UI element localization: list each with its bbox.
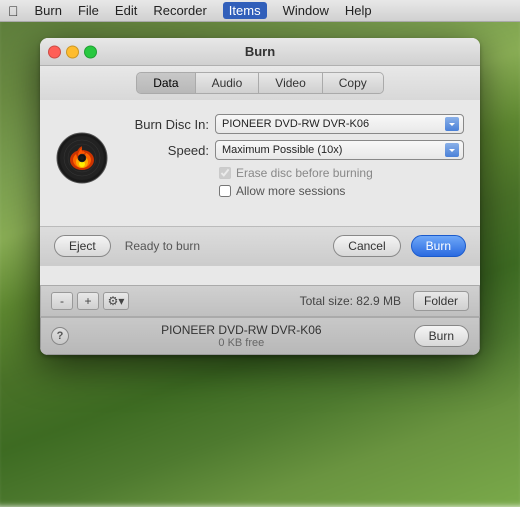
burn-fields: Burn Disc In: PIONEER DVD-RW DVR-K06 Spe…: [120, 114, 464, 202]
disc-icon: [56, 132, 108, 184]
tabs-bar: Data Audio Video Copy: [40, 66, 480, 100]
action-bar: Eject Ready to burn Cancel Burn: [40, 226, 480, 265]
bottom-statusbar: ? PIONEER DVD-RW DVR-K06 0 KB free Burn: [40, 317, 480, 355]
speed-arrow: [445, 143, 459, 157]
menubar-burn[interactable]: Burn: [35, 3, 62, 18]
apple-menu[interactable]: : [8, 3, 19, 19]
size-info: Total size: 82.9 MB: [133, 294, 401, 308]
folder-button[interactable]: Folder: [413, 291, 469, 311]
erase-checkbox[interactable]: [219, 167, 231, 179]
tab-copy[interactable]: Copy: [323, 73, 383, 93]
minus-button[interactable]: -: [51, 292, 73, 310]
speed-select[interactable]: Maximum Possible (10x): [215, 140, 464, 160]
burn-disc-value: PIONEER DVD-RW DVR-K06: [222, 118, 369, 130]
burn-button[interactable]: Burn: [411, 235, 466, 257]
sessions-checkbox-row: Allow more sessions: [219, 184, 464, 198]
speed-field-row: Speed: Maximum Possible (10x): [120, 140, 464, 160]
gear-button[interactable]: ⚙▾: [103, 292, 129, 310]
menubar-window[interactable]: Window: [283, 3, 329, 18]
disc-space: 0 KB free: [79, 337, 404, 349]
tab-audio[interactable]: Audio: [196, 73, 260, 93]
burn-row: Burn Disc In: PIONEER DVD-RW DVR-K06 Spe…: [56, 114, 464, 202]
cancel-button[interactable]: Cancel: [333, 235, 400, 257]
tab-video[interactable]: Video: [259, 73, 322, 93]
sessions-checkbox[interactable]: [219, 185, 231, 197]
erase-checkbox-row: Erase disc before burning: [219, 166, 464, 180]
menubar-recorder[interactable]: Recorder: [153, 3, 206, 18]
plus-button[interactable]: +: [77, 292, 99, 310]
tabs-container: Data Audio Video Copy: [136, 72, 384, 94]
burn-disc-arrow: [445, 117, 459, 131]
minimize-button[interactable]: [66, 45, 79, 58]
burn-settings: Burn Disc In: PIONEER DVD-RW DVR-K06 Spe…: [40, 100, 480, 226]
close-button[interactable]: [48, 45, 61, 58]
window-title: Burn: [245, 44, 275, 59]
menubar-edit[interactable]: Edit: [115, 3, 137, 18]
menubar-help[interactable]: Help: [345, 3, 372, 18]
eject-button[interactable]: Eject: [54, 235, 111, 257]
erase-label: Erase disc before burning: [236, 166, 373, 180]
maximize-button[interactable]: [84, 45, 97, 58]
menubar:  Burn File Edit Recorder Items Window H…: [0, 0, 520, 22]
speed-value: Maximum Possible (10x): [222, 144, 342, 156]
burn-window: Burn Data Audio Video Copy: [40, 38, 480, 355]
menubar-items[interactable]: Items: [223, 2, 267, 19]
speed-label: Speed:: [120, 143, 215, 158]
burn-bottom-button[interactable]: Burn: [414, 325, 469, 347]
tab-data[interactable]: Data: [137, 73, 195, 93]
disc-name: PIONEER DVD-RW DVR-K06: [79, 323, 404, 337]
help-button[interactable]: ?: [51, 327, 69, 345]
bottom-toolbar: - + ⚙▾ Total size: 82.9 MB Folder: [40, 285, 480, 317]
disc-status: PIONEER DVD-RW DVR-K06 0 KB free: [79, 323, 404, 349]
menubar-file[interactable]: File: [78, 3, 99, 18]
titlebar: Burn: [40, 38, 480, 66]
burn-disc-select[interactable]: PIONEER DVD-RW DVR-K06: [215, 114, 464, 134]
status-text: Ready to burn: [125, 239, 324, 253]
burn-disc-label: Burn Disc In:: [120, 117, 215, 132]
window-controls: [48, 45, 97, 58]
sessions-label: Allow more sessions: [236, 184, 345, 198]
burn-disc-field-row: Burn Disc In: PIONEER DVD-RW DVR-K06: [120, 114, 464, 134]
